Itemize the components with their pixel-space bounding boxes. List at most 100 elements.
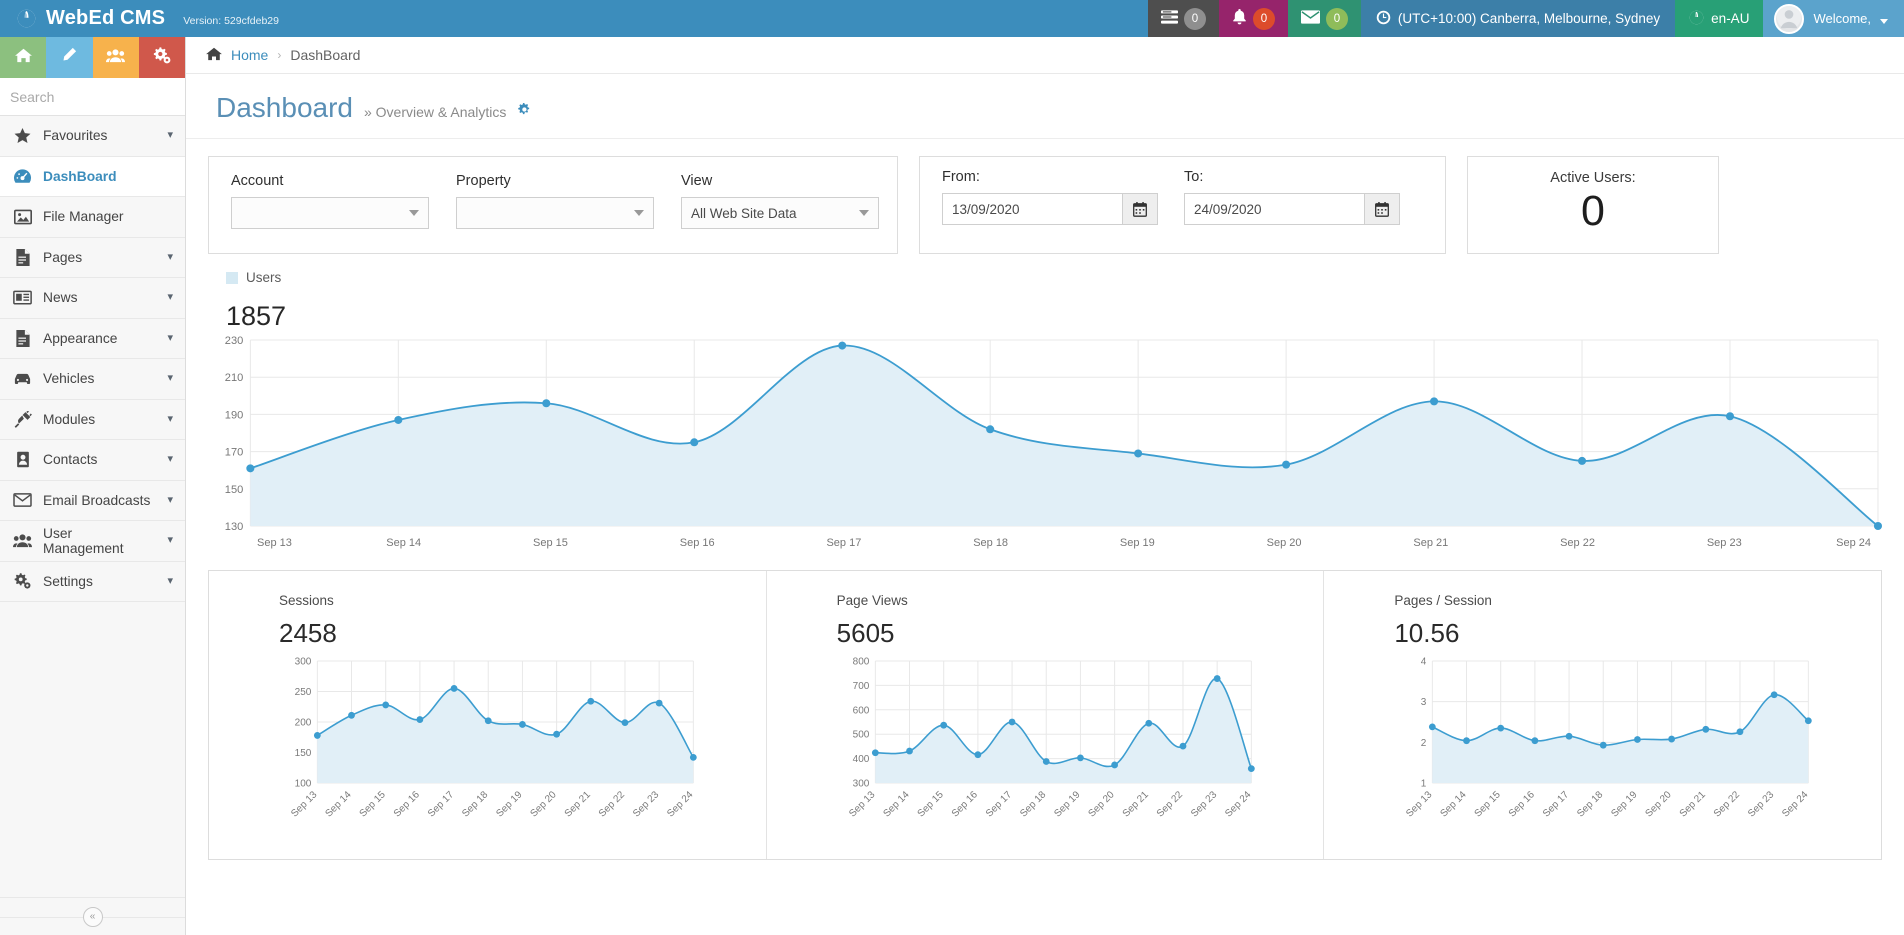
calendar-icon[interactable] xyxy=(1122,193,1158,225)
svg-text:130: 130 xyxy=(225,521,243,532)
sidebar-item-modules[interactable]: Modules ▾ xyxy=(0,400,185,441)
svg-text:250: 250 xyxy=(295,687,312,698)
users-quick-action[interactable] xyxy=(93,37,139,78)
chevron-down-icon xyxy=(1880,19,1888,24)
sidebar-item-contacts[interactable]: Contacts ▾ xyxy=(0,440,185,481)
brand-logo-area[interactable]: WebEd CMS Version: 529cfdeb29 xyxy=(0,0,293,37)
sessions-title: Sessions xyxy=(279,593,746,608)
sidebar-item-label: Pages xyxy=(43,250,156,265)
svg-text:1: 1 xyxy=(1421,779,1427,790)
page-views-title: Page Views xyxy=(837,593,1304,608)
home-quick-action[interactable] xyxy=(0,37,46,78)
sidebar-nav: Favourites ▾ DashBoard File Manager xyxy=(0,116,185,897)
calendar-icon[interactable] xyxy=(1364,193,1400,225)
from-date-input[interactable]: 13/09/2020 xyxy=(942,193,1122,225)
quick-actions-row xyxy=(0,37,185,78)
svg-text:Sep 24: Sep 24 xyxy=(665,789,695,819)
svg-text:Sep 17: Sep 17 xyxy=(1541,789,1571,819)
svg-text:Sep 18: Sep 18 xyxy=(1576,789,1606,819)
page-subtitle: » Overview & Analytics xyxy=(364,104,506,120)
version-label: Version: 529cfdeb29 xyxy=(183,11,279,27)
users-chart-section: Users 1857 130150170190210230 Sep 13Sep … xyxy=(186,254,1904,554)
to-date-input[interactable]: 24/09/2020 xyxy=(1184,193,1364,225)
sidebar-collapse-row: « xyxy=(0,897,185,935)
svg-text:Sep 14: Sep 14 xyxy=(323,789,353,819)
tasks-menu[interactable]: 0 xyxy=(1148,0,1219,37)
sidebar-item-label: User Management xyxy=(43,526,156,556)
newspaper-icon xyxy=(13,290,32,305)
plug-icon xyxy=(13,411,32,428)
sidebar-item-label: Email Broadcasts xyxy=(43,493,156,508)
svg-text:Sep 14: Sep 14 xyxy=(386,537,421,549)
active-users-label: Active Users: xyxy=(1482,170,1704,186)
sidebar-item-dashboard[interactable]: DashBoard xyxy=(0,157,185,198)
svg-text:Sep 15: Sep 15 xyxy=(915,789,945,819)
svg-text:Sep 13: Sep 13 xyxy=(1405,789,1435,819)
pages-per-session-title: Pages / Session xyxy=(1394,593,1861,608)
sidebar-item-label: News xyxy=(43,290,156,305)
gear-icon[interactable] xyxy=(517,102,532,121)
active-users-value: 0 xyxy=(1482,186,1704,237)
svg-text:Sep 22: Sep 22 xyxy=(1155,789,1185,819)
active-users-panel: Active Users: 0 xyxy=(1467,156,1719,254)
svg-text:300: 300 xyxy=(852,779,869,790)
messages-badge: 0 xyxy=(1326,8,1348,30)
sidebar-item-favourites[interactable]: Favourites ▾ xyxy=(0,116,185,157)
edit-quick-action[interactable] xyxy=(46,37,92,78)
breadcrumb-home-link[interactable]: Home xyxy=(231,47,268,63)
star-icon xyxy=(13,128,32,144)
svg-text:Sep 24: Sep 24 xyxy=(1223,789,1253,819)
sidebar-item-user-management[interactable]: User Management ▾ xyxy=(0,521,185,562)
user-menu[interactable]: Welcome, xyxy=(1763,0,1904,37)
document-icon xyxy=(13,330,32,347)
page-title: Dashboard xyxy=(216,92,353,124)
users-chart-legend: Users xyxy=(208,270,1882,285)
filters-row: Account Property View All xyxy=(186,139,1904,254)
svg-text:Sep 14: Sep 14 xyxy=(1439,789,1469,819)
caret-down-icon xyxy=(859,210,869,216)
tasks-badge: 0 xyxy=(1184,8,1206,30)
users-icon xyxy=(106,48,125,68)
sidebar-item-appearance[interactable]: Appearance ▾ xyxy=(0,319,185,360)
sidebar-item-settings[interactable]: Settings ▾ xyxy=(0,562,185,603)
pencil-icon xyxy=(61,47,77,68)
account-filter-panel: Account Property View All xyxy=(208,156,898,254)
search-input[interactable] xyxy=(0,89,199,105)
svg-text:Sep 19: Sep 19 xyxy=(494,789,524,819)
from-date-group: 13/09/2020 xyxy=(942,193,1158,225)
property-select[interactable] xyxy=(456,197,654,229)
notifications-menu[interactable]: 0 xyxy=(1219,0,1288,37)
svg-text:Sep 24: Sep 24 xyxy=(1836,537,1871,549)
language-selector[interactable]: en-AU xyxy=(1675,0,1763,37)
sidebar-search[interactable] xyxy=(0,78,185,116)
double-chevron-left-icon[interactable]: « xyxy=(83,907,103,927)
envelope-icon xyxy=(13,493,32,507)
svg-text:230: 230 xyxy=(225,335,243,347)
messages-menu[interactable]: 0 xyxy=(1288,0,1361,37)
timezone-indicator[interactable]: (UTC+10:00) Canberra, Melbourne, Sydney xyxy=(1361,0,1675,37)
sidebar-item-vehicles[interactable]: Vehicles ▾ xyxy=(0,359,185,400)
svg-text:Sep 21: Sep 21 xyxy=(1120,789,1150,819)
view-select-value: All Web Site Data xyxy=(691,206,859,221)
svg-text:Sep 15: Sep 15 xyxy=(533,537,568,549)
svg-text:Sep 23: Sep 23 xyxy=(1189,789,1219,819)
account-select[interactable] xyxy=(231,197,429,229)
settings-quick-action[interactable] xyxy=(139,37,185,78)
pages-per-session-chart-section: Pages / Session 10.56 1234Sep 13Sep 14Se… xyxy=(1324,571,1881,859)
svg-text:Sep 13: Sep 13 xyxy=(289,789,319,819)
sidebar-item-email-broadcasts[interactable]: Email Broadcasts ▾ xyxy=(0,481,185,522)
globe-icon xyxy=(16,8,37,29)
users-area-chart[interactable]: 130150170190210230 xyxy=(208,332,1882,532)
sidebar-item-pages[interactable]: Pages ▾ xyxy=(0,238,185,279)
svg-text:Sep 21: Sep 21 xyxy=(563,789,593,819)
sidebar-item-file-manager[interactable]: File Manager xyxy=(0,197,185,238)
view-select[interactable]: All Web Site Data xyxy=(681,197,879,229)
sidebar-item-news[interactable]: News ▾ xyxy=(0,278,185,319)
from-label: From: xyxy=(942,169,1158,185)
pages-per-session-area-chart[interactable]: 1234Sep 13Sep 14Sep 15Sep 16Sep 17Sep 18… xyxy=(1350,653,1861,843)
chevron-down-icon: ▾ xyxy=(167,414,173,425)
svg-text:Sep 23: Sep 23 xyxy=(1707,537,1742,549)
sidebar-item-label: File Manager xyxy=(43,209,173,224)
sessions-area-chart[interactable]: 100150200250300Sep 13Sep 14Sep 15Sep 16S… xyxy=(235,653,746,843)
page-views-area-chart[interactable]: 300400500600700800Sep 13Sep 14Sep 15Sep … xyxy=(793,653,1304,843)
